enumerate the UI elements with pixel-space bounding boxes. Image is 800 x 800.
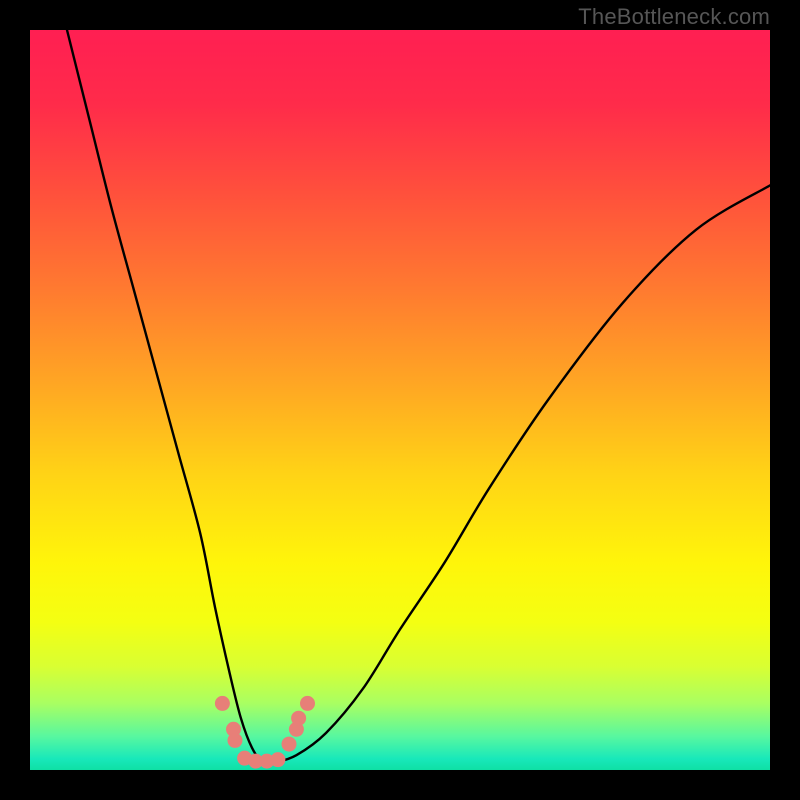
curve-marker — [282, 737, 297, 752]
curve-marker — [291, 711, 306, 726]
curve-layer — [30, 30, 770, 770]
bottleneck-curve — [67, 30, 770, 764]
curve-marker — [300, 696, 315, 711]
chart-frame: TheBottleneck.com — [0, 0, 800, 800]
curve-marker — [270, 752, 285, 767]
plot-area — [30, 30, 770, 770]
marker-group — [215, 696, 315, 769]
curve-marker — [227, 733, 242, 748]
curve-marker — [215, 696, 230, 711]
watermark-text: TheBottleneck.com — [578, 4, 770, 30]
